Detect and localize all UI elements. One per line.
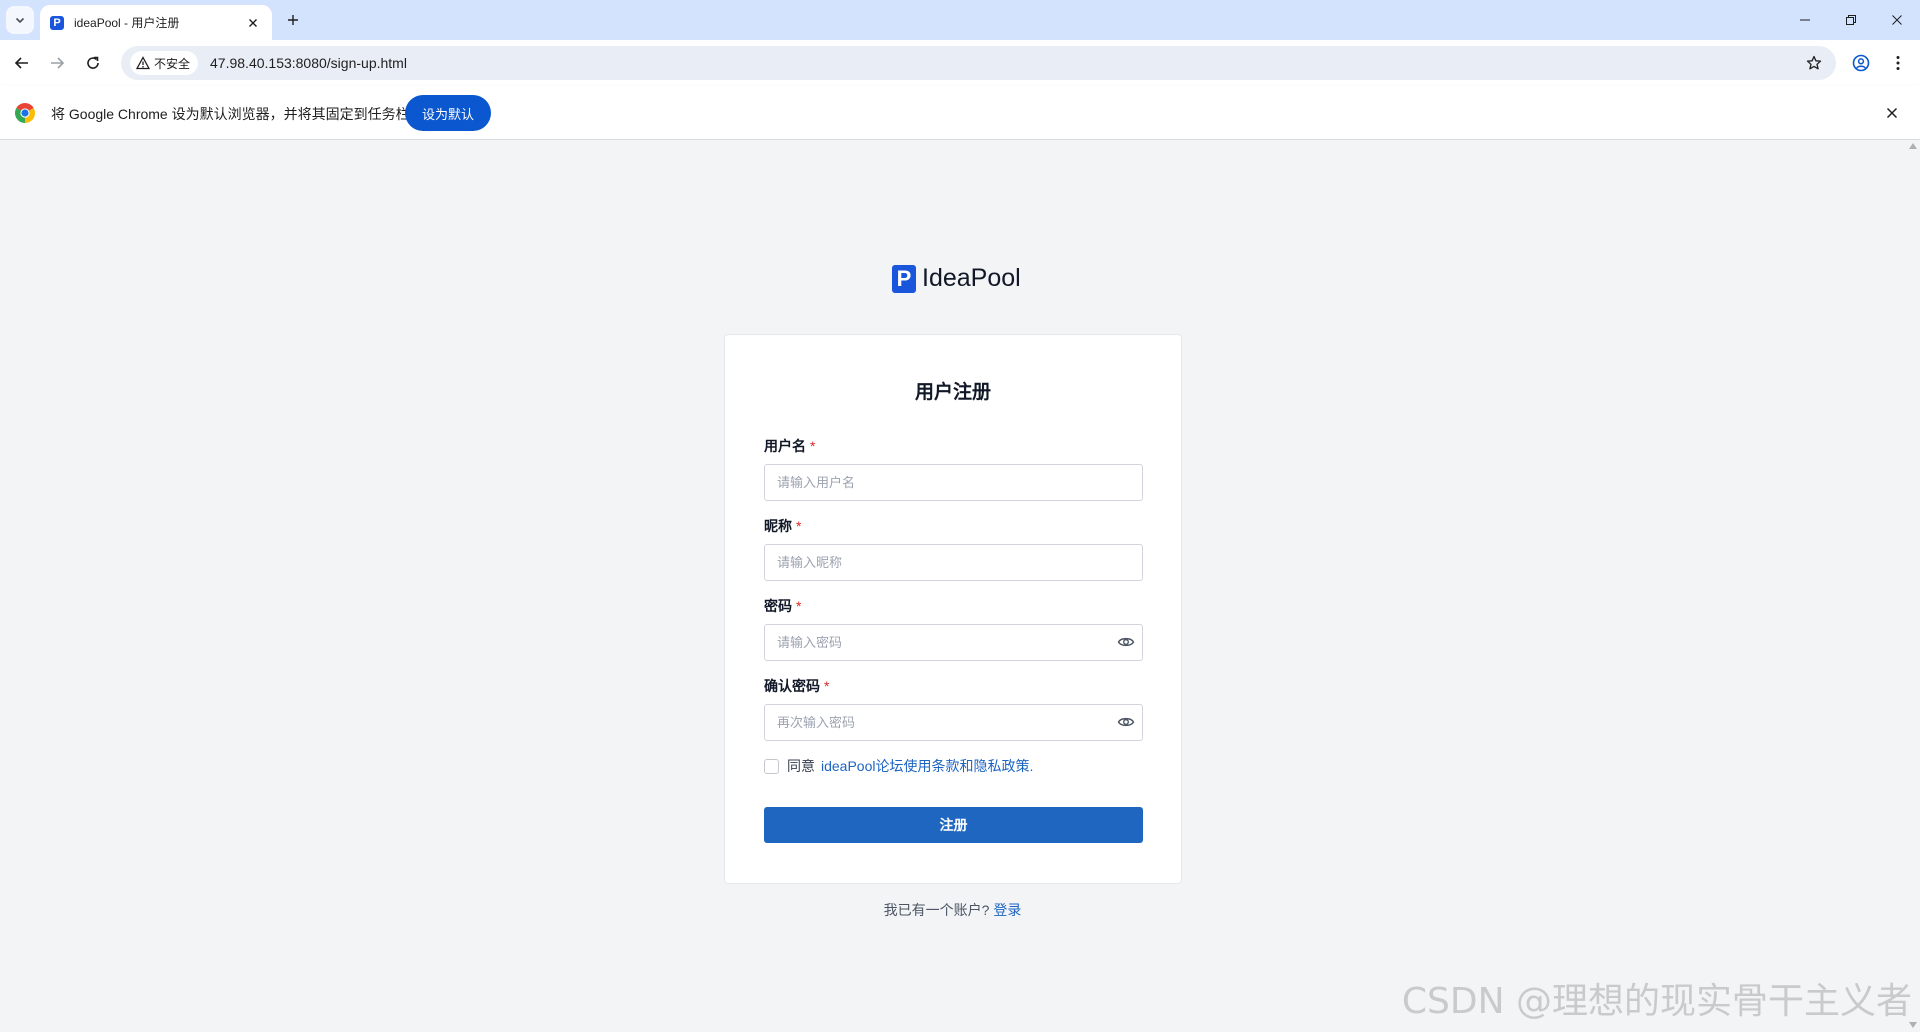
signin-prompt-text: 我已有一个账户? [883,902,990,918]
address-bar[interactable]: 不安全 47.98.40.153:8080/sign-up.html [121,46,1836,80]
warning-icon [136,56,150,70]
agree-prefix: 同意 [787,758,815,774]
close-window-button[interactable] [1874,0,1920,40]
window-controls [1782,0,1920,40]
restore-button[interactable] [1828,0,1874,40]
brand-header[interactable]: P IdeaPool [892,264,1021,293]
tab-title: ideaPool - 用户注册 [74,16,180,30]
menu-button[interactable] [1884,49,1912,77]
password-label: 密码 * [764,596,801,616]
page-title: 用户注册 [914,382,991,403]
security-chip[interactable]: 不安全 [130,51,199,75]
plus-icon [288,15,298,25]
reload-icon [87,56,99,69]
password-label-text: 密码 [764,598,792,614]
eye-icon [1117,717,1135,727]
browser-toolbar: 不安全 47.98.40.153:8080/sign-up.html [0,40,1920,86]
arrow-right-icon [51,57,65,69]
url-text: 47.98.40.153:8080/sign-up.html [210,55,407,71]
profile-button[interactable] [1847,49,1875,77]
required-mark: * [810,438,816,454]
nickname-label: 昵称 * [764,516,801,536]
login-link[interactable]: 登录 [993,902,1021,918]
set-default-button[interactable]: 设为默认 [405,95,492,131]
register-button[interactable]: 注册 [764,807,1143,843]
new-tab-button[interactable] [282,9,304,31]
signin-prompt: 我已有一个账户? 登录 [0,900,1905,920]
more-vertical-icon [1896,56,1900,70]
scroll-up-arrow-icon[interactable] [1909,143,1917,149]
required-mark: * [824,678,830,694]
username-label: 用户名 * [764,436,815,456]
bookmark-button[interactable] [1802,51,1826,75]
confirm-password-input[interactable] [764,704,1143,741]
reload-button[interactable] [79,49,107,77]
terms-checkbox[interactable] [764,758,779,774]
watermark: CSDN @理想的现实骨干主义者 [1401,981,1912,1022]
eye-icon [1117,637,1135,647]
terms-link[interactable]: ideaPool论坛使用条款和隐私政策. [821,756,1033,776]
back-button[interactable] [8,49,36,77]
confirm-password-label-text: 确认密码 [764,678,820,694]
signup-card: 用户注册 用户名* 昵称* 密码* 确认密码* 同意 ideaPool论坛使用条… [724,334,1182,884]
brand-name: IdeaPool [922,264,1021,292]
required-mark: * [796,518,802,534]
nickname-label-text: 昵称 [764,518,792,534]
forward-button[interactable] [43,49,71,77]
close-icon [1892,15,1902,25]
minimize-button[interactable] [1782,0,1828,40]
tab-strip: P ideaPool - 用户注册 [0,0,1920,40]
default-browser-infobar: 将 Google Chrome 设为默认浏览器，并将其固定到任务栏 设为默认 [0,86,1920,140]
username-label-text: 用户名 [764,438,806,454]
tab-favicon-icon: P [50,15,64,30]
close-icon [1886,107,1898,119]
infobar-close-button[interactable] [1882,103,1902,123]
toggle-password-visibility-button[interactable] [1116,632,1136,652]
confirm-password-label: 确认密码 * [764,676,829,696]
password-input[interactable] [764,624,1143,661]
scrollbar[interactable] [1905,140,1920,1032]
minimize-icon [1800,19,1810,21]
infobar-message: 将 Google Chrome 设为默认浏览器，并将其固定到任务栏 [51,106,410,122]
star-icon [1806,55,1822,70]
chevron-down-icon [15,17,25,24]
brand-logo-icon: P [892,264,916,293]
profile-icon [1852,54,1870,72]
restore-icon [1846,15,1856,25]
chrome-logo-icon [15,103,35,123]
toggle-confirm-visibility-button[interactable] [1116,712,1136,732]
username-input[interactable] [764,464,1143,501]
nickname-input[interactable] [764,544,1143,581]
security-label: 不安全 [154,56,191,71]
close-icon [249,18,257,27]
required-mark: * [796,598,802,614]
active-tab[interactable]: P ideaPool - 用户注册 [40,5,272,40]
arrow-left-icon [14,57,28,69]
tab-search-button[interactable] [6,6,34,34]
tab-close-button[interactable] [244,14,262,32]
terms-agreement: 同意 ideaPool论坛使用条款和隐私政策. [764,756,1033,776]
